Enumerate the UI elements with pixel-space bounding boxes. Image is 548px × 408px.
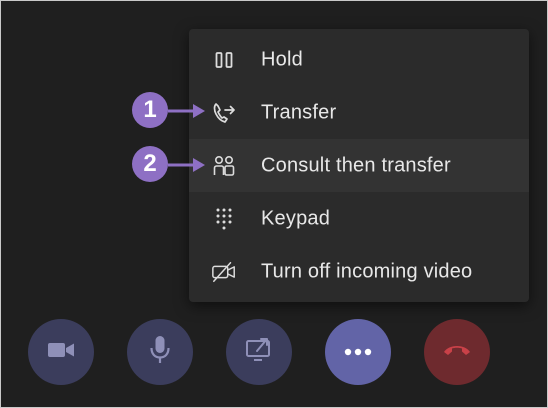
menu-item-keypad[interactable]: Keypad [189,192,529,245]
call-screen: Hold Transfer Consult then transfer Keyp… [0,0,548,408]
share-screen-icon [245,337,273,368]
menu-item-label: Consult then transfer [261,154,451,176]
hang-up-button[interactable] [424,319,490,385]
more-options-icon [344,343,372,361]
consult-people-icon [211,153,237,179]
more-options-button[interactable] [325,319,391,385]
menu-item-transfer[interactable]: Transfer [189,86,529,139]
microphone-icon [149,335,171,370]
callout-badge-1: 1 [132,92,168,128]
callout-arrow-2 [168,158,205,172]
menu-item-label: Transfer [261,101,337,123]
menu-item-hold[interactable]: Hold [189,33,529,86]
camera-button[interactable] [28,319,94,385]
dialpad-icon [211,206,237,232]
menu-item-turn-off-incoming-video[interactable]: Turn off incoming video [189,245,529,298]
menu-item-label: Keypad [261,207,331,229]
microphone-button[interactable] [127,319,193,385]
callout-number: 2 [143,150,157,177]
menu-item-consult-then-transfer[interactable]: Consult then transfer [189,139,529,192]
callout-arrow-1 [168,104,205,118]
more-actions-menu: Hold Transfer Consult then transfer Keyp… [189,29,529,302]
camera-icon [47,340,75,365]
video-off-icon [211,259,237,285]
hang-up-icon [442,343,472,362]
menu-item-label: Turn off incoming video [261,260,473,282]
pause-icon [211,47,237,73]
menu-item-label: Hold [261,48,303,70]
callout-number: 1 [143,96,157,123]
phone-transfer-icon [211,100,237,126]
share-screen-button[interactable] [226,319,292,385]
callout-badge-2: 2 [132,146,168,182]
